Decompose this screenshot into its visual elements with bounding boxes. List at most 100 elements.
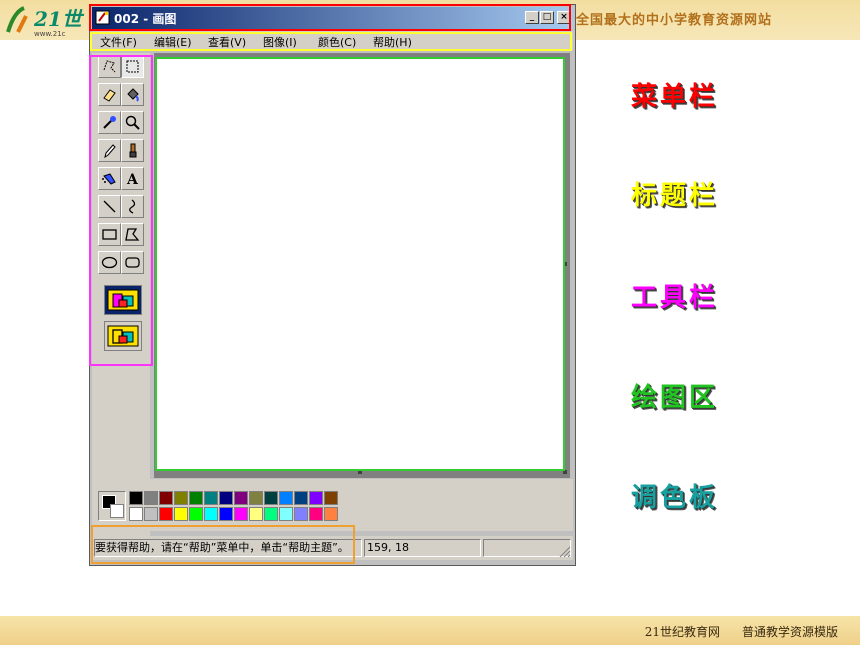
tool-brush[interactable] [121, 139, 144, 162]
canvas-area [154, 53, 570, 478]
paint-window: 002 - 画图 _ □ × 文件(F) 编辑(E) 查看(V) 图像(I) 颜… [89, 4, 576, 566]
label-toolbox: 工具栏 [631, 283, 719, 313]
svg-text:A: A [126, 172, 139, 187]
maximize-button[interactable]: □ [540, 11, 554, 24]
footer-template: 普通教学资源模版 [741, 625, 838, 639]
color-swatch[interactable] [264, 507, 278, 521]
color-swatch[interactable] [174, 507, 188, 521]
menu-edit[interactable]: 编辑(E) [154, 34, 192, 50]
color-swatch[interactable] [129, 491, 143, 505]
site-slogan: 全国最大的中小学教育资源网站 [576, 13, 773, 28]
color-swatch[interactable] [189, 507, 203, 521]
menu-colors[interactable]: 颜色(C) [318, 34, 356, 50]
color-swatch[interactable] [309, 491, 323, 505]
text-icon: A [126, 172, 139, 187]
color-swatch[interactable] [219, 491, 233, 505]
fill-bucket-icon [127, 88, 139, 102]
svg-text:21世: 21世 [33, 7, 85, 31]
color-swatch[interactable] [144, 507, 158, 521]
line-icon [103, 200, 116, 213]
color-swatch[interactable] [204, 491, 218, 505]
opaque-option-icon [107, 289, 139, 311]
color-swatch[interactable] [279, 507, 293, 521]
color-palette [92, 479, 573, 531]
color-swatch[interactable] [279, 491, 293, 505]
color-swatch[interactable] [294, 491, 308, 505]
current-colors [98, 491, 126, 521]
color-swatch[interactable] [294, 507, 308, 521]
resize-handle-right[interactable] [563, 262, 567, 266]
footer-site: 21世纪教育网 [644, 625, 720, 639]
menu-help[interactable]: 帮助(H) [373, 34, 412, 50]
color-swatch[interactable] [249, 491, 263, 505]
resize-handle-bottom[interactable] [358, 470, 362, 474]
resize-grip-icon[interactable] [559, 546, 571, 558]
svg-text:www.21c: www.21c [34, 30, 66, 38]
color-swatch[interactable] [309, 507, 323, 521]
tool-ellipse[interactable] [98, 251, 121, 274]
menu-bar: 文件(F) 编辑(E) 查看(V) 图像(I) 颜色(C) 帮助(H) [92, 31, 573, 50]
curve-icon [129, 199, 136, 214]
color-picker-icon [103, 116, 116, 129]
color-swatch[interactable] [249, 507, 263, 521]
minimize-button[interactable]: _ [525, 11, 539, 24]
color-swatch[interactable] [219, 507, 233, 521]
free-form-select-icon [103, 60, 116, 73]
color-swatch[interactable] [144, 491, 158, 505]
tool-magnifier[interactable] [121, 111, 144, 134]
color-swatch[interactable] [129, 507, 143, 521]
polygon-icon [125, 228, 140, 241]
color-swatch[interactable] [189, 491, 203, 505]
resize-handle-corner[interactable] [563, 470, 567, 474]
status-size [483, 539, 571, 557]
transparent-option-icon [107, 325, 139, 347]
tool-color-picker[interactable] [98, 111, 121, 134]
menu-image[interactable]: 图像(I) [263, 34, 297, 50]
transparent-option[interactable] [104, 321, 142, 351]
tool-rounded-rect[interactable] [121, 251, 144, 274]
ellipse-icon [101, 256, 118, 269]
rectangle-icon [102, 229, 117, 240]
color-swatch[interactable] [159, 507, 173, 521]
color-swatch[interactable] [234, 507, 248, 521]
title-bar[interactable]: 002 - 画图 _ □ × [92, 7, 573, 29]
color-swatch[interactable] [264, 491, 278, 505]
color-swatch[interactable] [324, 507, 338, 521]
label-palette: 调色板 [631, 483, 719, 513]
status-coords: 159, 18 [364, 539, 481, 557]
color-swatch[interactable] [174, 491, 188, 505]
tool-pencil[interactable] [98, 139, 121, 162]
tool-polygon[interactable] [121, 223, 144, 246]
tool-eraser[interactable] [98, 83, 121, 106]
opaque-option[interactable] [104, 285, 142, 315]
tool-text[interactable]: A [121, 167, 144, 190]
drawing-canvas[interactable] [156, 59, 563, 470]
color-swatch[interactable] [324, 491, 338, 505]
close-button[interactable]: × [557, 11, 571, 24]
tool-rect-select[interactable] [121, 55, 144, 78]
eraser-icon [103, 89, 116, 102]
tool-line[interactable] [98, 195, 121, 218]
color-swatch[interactable] [234, 491, 248, 505]
label-canvas: 绘图区 [631, 383, 719, 413]
magnifier-icon [125, 115, 140, 130]
window-title: 002 - 画图 [114, 12, 177, 26]
tool-free-form-select[interactable] [98, 55, 121, 78]
toolbox: A [92, 53, 150, 546]
rounded-rect-icon [125, 257, 140, 268]
tool-fill[interactable] [121, 83, 144, 106]
menu-view[interactable]: 查看(V) [208, 34, 246, 50]
background-color [110, 504, 124, 518]
tool-curve[interactable] [121, 195, 144, 218]
color-swatch[interactable] [159, 491, 173, 505]
brush-icon [129, 143, 137, 158]
label-title-bar: 标题栏 [631, 181, 719, 211]
airbrush-icon [102, 173, 116, 185]
label-menu-bar: 菜单栏 [631, 82, 719, 112]
status-bar: 要获得帮助，请在“帮助”菜单中，单击“帮助主题”。 159, 18 [92, 536, 573, 560]
menu-file[interactable]: 文件(F) [100, 34, 137, 50]
tool-airbrush[interactable] [98, 167, 121, 190]
color-swatch[interactable] [204, 507, 218, 521]
paint-app-icon [95, 10, 110, 25]
tool-rectangle[interactable] [98, 223, 121, 246]
